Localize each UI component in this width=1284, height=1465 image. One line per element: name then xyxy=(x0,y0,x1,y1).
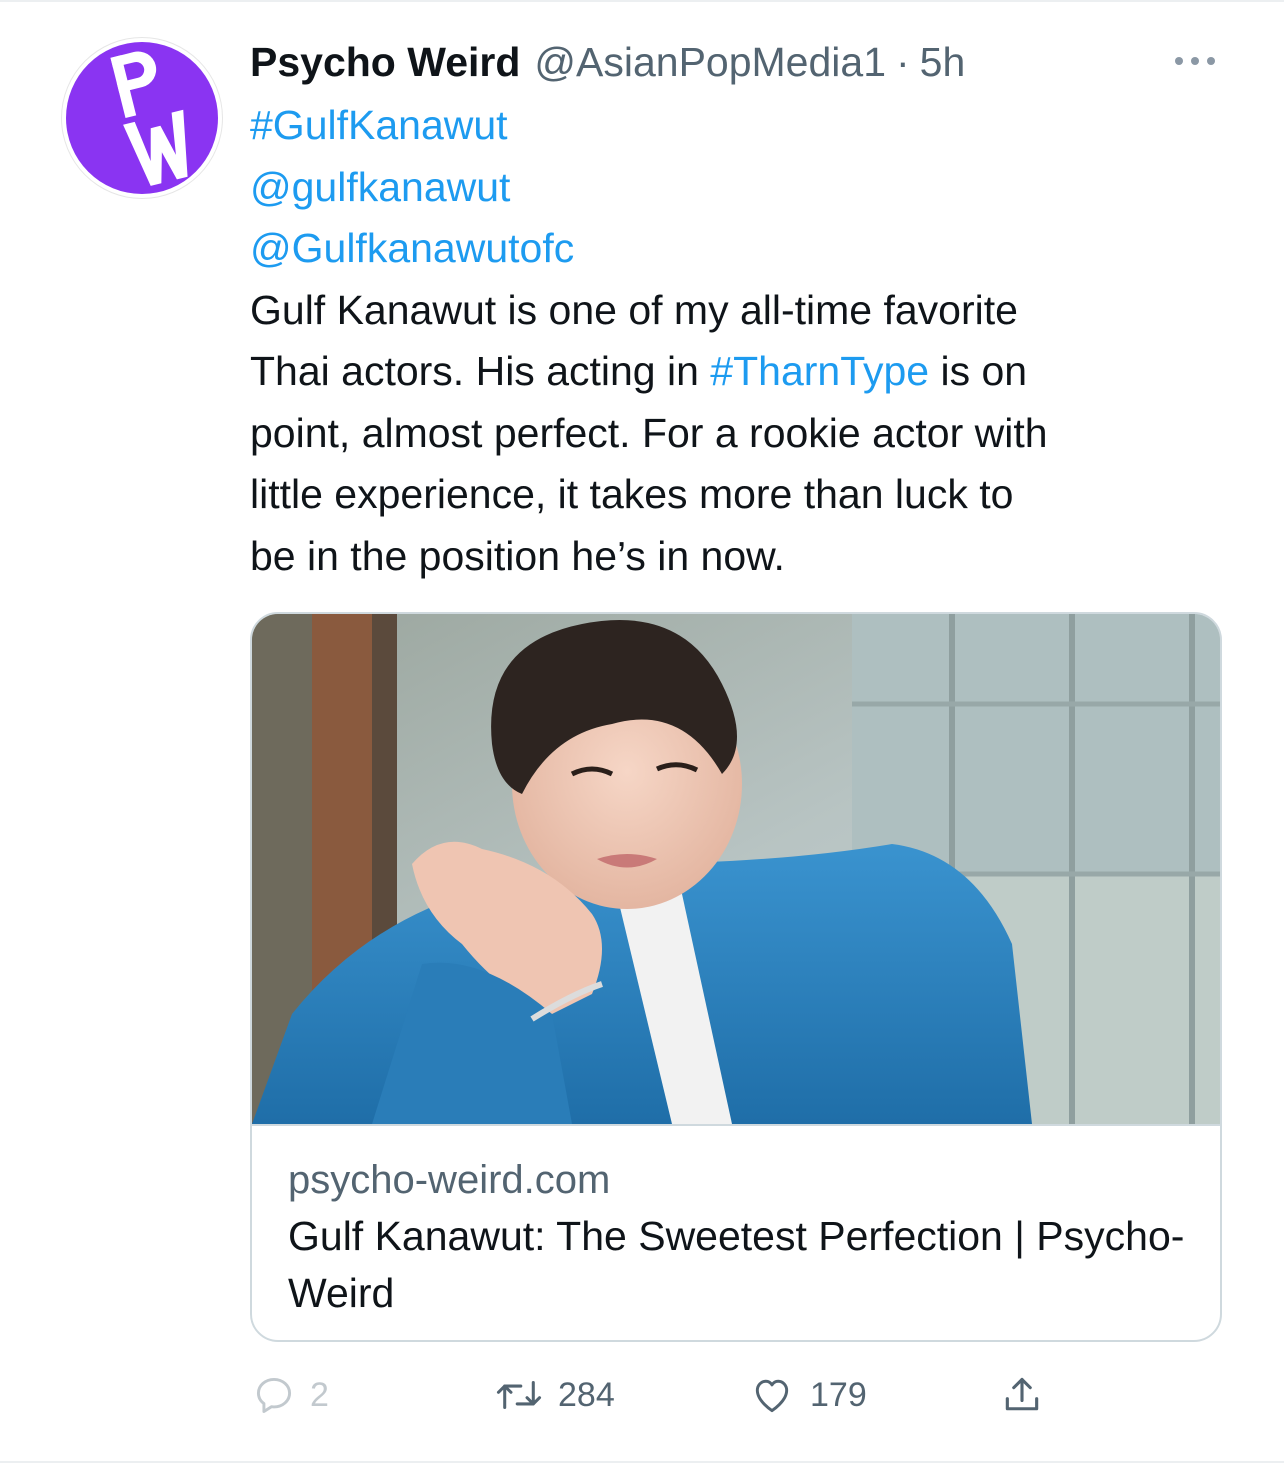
reply-icon xyxy=(256,1377,292,1413)
reply-count: 2 xyxy=(310,1375,329,1414)
retweet-count: 284 xyxy=(558,1375,615,1414)
mention-link[interactable]: @gulfkanawut xyxy=(250,157,1240,219)
display-name[interactable]: Psycho Weird xyxy=(250,34,520,90)
link-preview-card[interactable]: psycho-weird.com Gulf Kanawut: The Sweet… xyxy=(250,612,1222,1342)
like-button[interactable]: 179 xyxy=(748,1365,867,1425)
card-domain: psycho-weird.com xyxy=(288,1158,611,1202)
more-button[interactable] xyxy=(1168,46,1222,76)
tweet-actions: 2 284 179 xyxy=(0,1365,1284,1425)
card-photo xyxy=(252,614,1220,1124)
header-separator: · xyxy=(896,39,910,85)
tweet-text-line: be in the position he’s in now. xyxy=(250,532,785,579)
more-horizontal-icon xyxy=(1175,57,1215,65)
heart-icon xyxy=(755,1379,789,1413)
user-handle[interactable]: @AsianPopMedia1 xyxy=(534,34,886,90)
tweet-text-fragment: Thai actors. His acting in xyxy=(250,348,711,394)
tweet-text-line: point, almost perfect. For a rookie acto… xyxy=(250,409,1048,456)
bottom-divider xyxy=(0,1461,1284,1463)
card-divider xyxy=(252,1124,1220,1126)
avatar[interactable] xyxy=(62,38,222,198)
tweet-text-line: Gulf Kanawut is one of my all-time favor… xyxy=(250,286,1018,333)
tweet-text-fragment: is on xyxy=(929,348,1028,394)
tweet-text-line: little experience, it takes more than lu… xyxy=(250,471,1014,517)
retweet-icon xyxy=(496,1380,542,1410)
tweet-text: #GulfKanawut @gulfkanawut @Gulfkanawutof… xyxy=(250,95,1240,587)
tweet-header: Psycho Weird @AsianPopMedia1 · 5h xyxy=(250,34,965,90)
hashtag-link[interactable]: #TharnType xyxy=(710,348,929,394)
mention-link[interactable]: @Gulfkanawutofc xyxy=(250,218,1240,280)
card-image xyxy=(252,614,1220,1124)
retweet-button[interactable]: 284 xyxy=(494,1365,615,1425)
top-divider xyxy=(0,0,1284,2)
psycho-weird-logo xyxy=(66,42,218,194)
card-title: Gulf Kanawut: The Sweetest Perfection | … xyxy=(288,1213,1185,1316)
like-count: 179 xyxy=(810,1375,867,1414)
reply-button[interactable]: 2 xyxy=(252,1365,329,1425)
tweet-text-line: Thai actors. His acting in #TharnType is… xyxy=(250,341,1240,403)
timestamp[interactable]: 5h xyxy=(920,34,966,90)
hashtag-link[interactable]: #GulfKanawut xyxy=(250,95,1240,157)
share-icon xyxy=(1005,1377,1039,1411)
share-button[interactable] xyxy=(1000,1365,1044,1425)
tweet[interactable]: Psycho Weird @AsianPopMedia1 · 5h #GulfK… xyxy=(0,0,1284,1465)
